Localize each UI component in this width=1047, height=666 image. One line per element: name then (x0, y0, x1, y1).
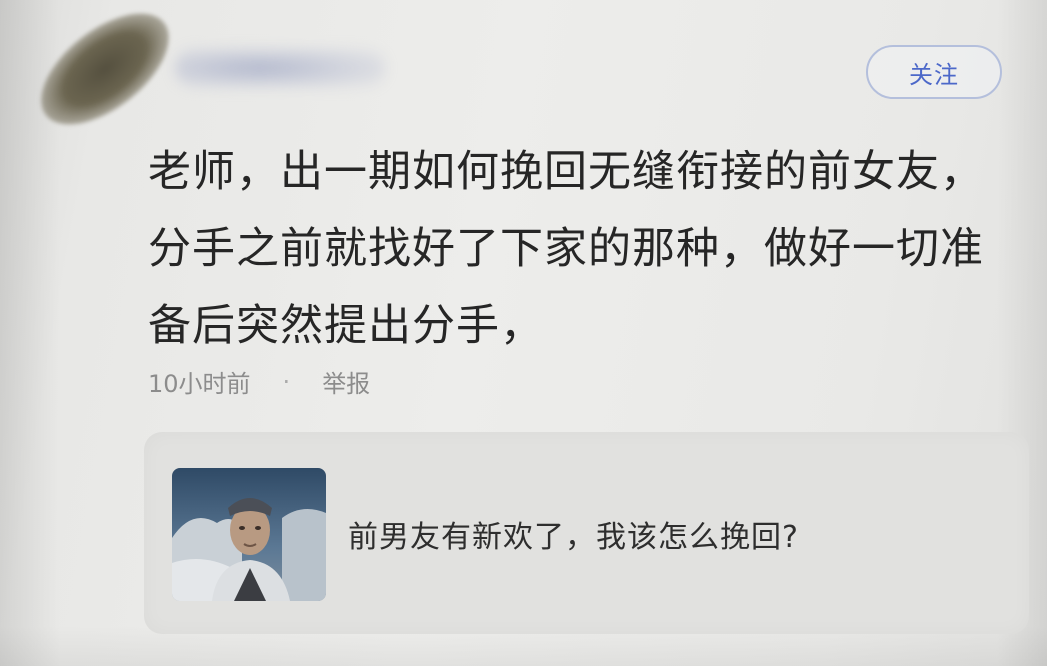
meta-separator: · (282, 367, 291, 396)
report-link[interactable]: 举报 (322, 364, 370, 399)
post-text: 老师，出一期如何挽回无缝衔接的前女友，分手之前就找好了下家的那种，做好一切准备后… (148, 147, 984, 351)
post-meta: 10小时前 · 举报 (148, 364, 370, 399)
linked-article-card[interactable]: 前男友有新欢了，我该怎么挽回? (144, 432, 1029, 634)
article-thumbnail (172, 468, 326, 601)
redacted-username (175, 48, 385, 88)
follow-button[interactable]: 关注 (866, 45, 1002, 99)
article-title: 前男友有新欢了，我该怎么挽回? (348, 520, 799, 555)
post-timestamp: 10小时前 (148, 370, 251, 398)
redacted-avatar (21, 0, 189, 146)
